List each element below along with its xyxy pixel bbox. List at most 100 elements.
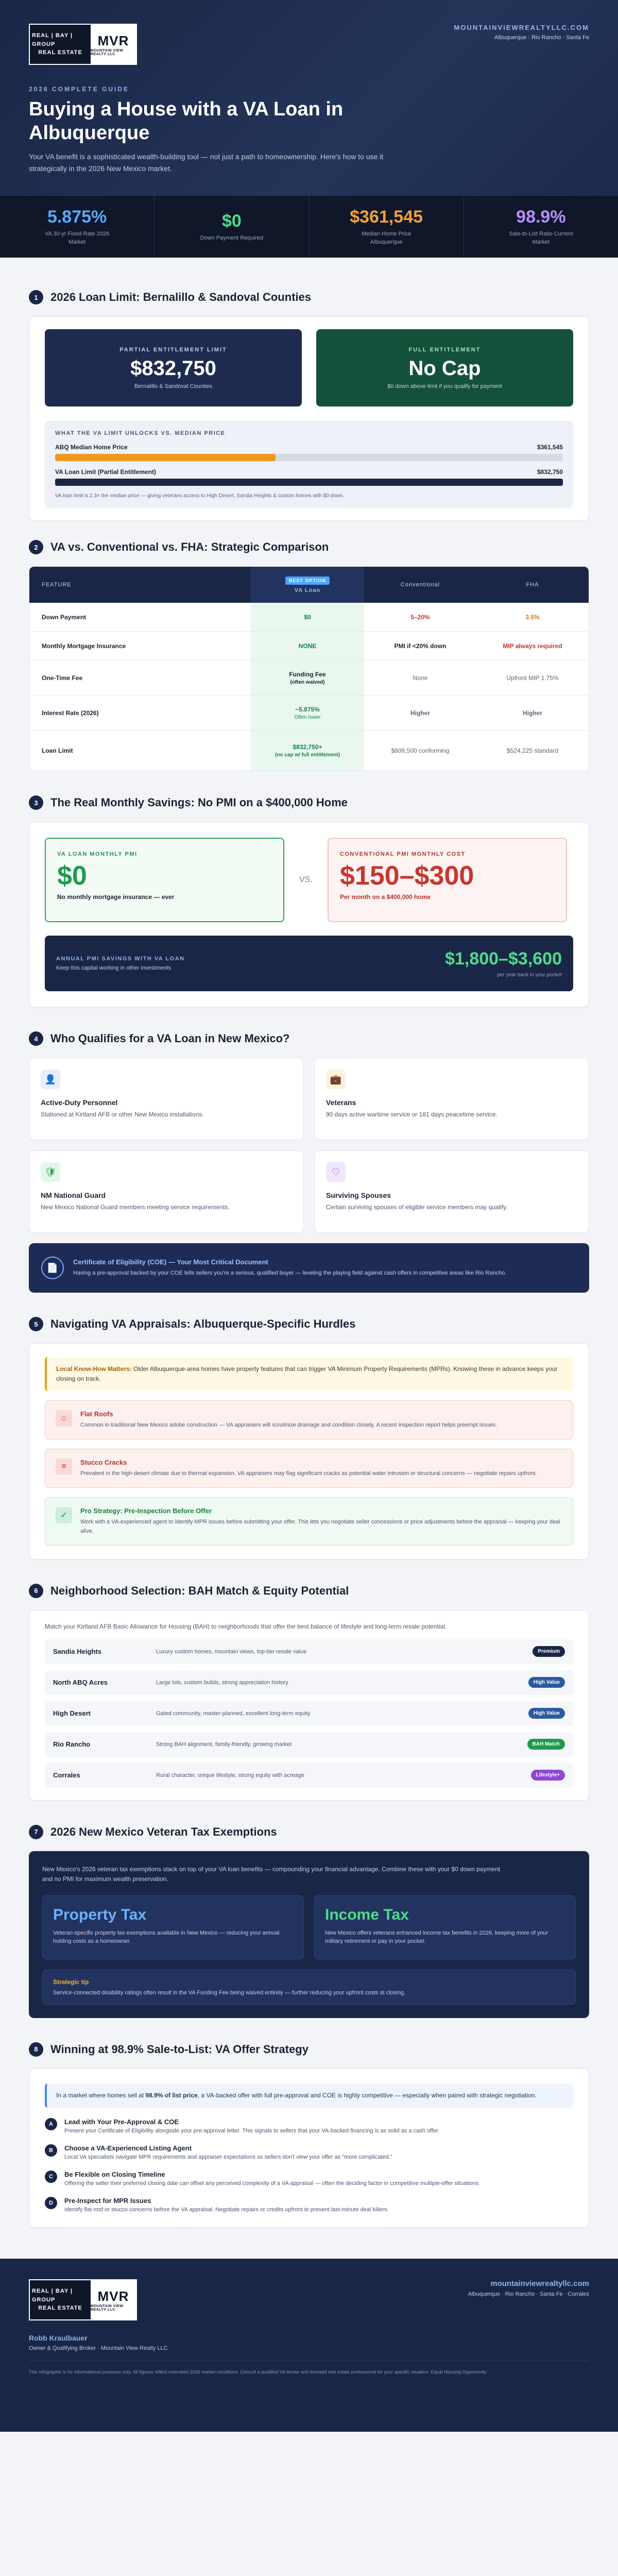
table-row: Interest Rate (2026) ~5.875% Often lower… (29, 696, 589, 731)
legal-disclaimer: This infographic is for informational pu… (29, 2361, 589, 2376)
hurdle-stucco-cracks: ≡ Stucco Cracks Prevalent in the high-de… (45, 1449, 573, 1488)
stat-median-price: $361,545 Median Home Price Albuquerque (310, 196, 464, 258)
brand-logo[interactable]: REAL | BAY | GROUP REAL ESTATE MVR MOUNT… (29, 24, 137, 65)
page: REAL | BAY | GROUP REAL ESTATE MVR MOUNT… (0, 0, 618, 2432)
strategy-step: C Be Flexible on Closing Timeline Offerin… (45, 2171, 573, 2187)
section-number: 2 (29, 540, 43, 554)
stat-value: 5.875% (47, 207, 107, 227)
service-areas: Albuquerque · Rio Rancho · Santa Fe (494, 35, 589, 41)
section-number: 8 (29, 2042, 43, 2057)
wall-icon: ≡ (56, 1459, 72, 1476)
stat-label: Median Home Price Albuquerque (361, 231, 411, 245)
eligibility-card-active-duty: 👤 Active-Duty Personnel Stationed at Kir… (29, 1058, 304, 1140)
conventional-pmi-card: CONVENTIONAL PMI MONTHLY COST $150–$300 … (328, 838, 567, 922)
document-icon: 📄 (41, 1257, 64, 1279)
full-entitlement-card: FULL ENTITLEMENT No Cap $0 down above li… (316, 329, 573, 406)
table-row: Monthly Mortgage Insurance NONE PMI if <… (29, 632, 589, 660)
section-number: 3 (29, 795, 43, 810)
local-tip-callout: Local Know-How Matters: Older Albuquerqu… (45, 1357, 573, 1392)
stat-rate: 5.875% VA 30-yr Fixed Rate 2026 Market (0, 196, 155, 258)
partial-entitlement-card: PARTIAL ENTITLEMENT LIMIT $832,750 Berna… (45, 329, 302, 406)
section-number: 4 (29, 1031, 43, 1046)
loan-limit-fill (55, 479, 563, 486)
versus-label: VS. (299, 875, 313, 884)
footer: REAL | BAY | GROUP REAL ESTATE MVR MOUNT… (0, 2259, 618, 2432)
median-price-bar: ABQ Median Home Price $361,545 (55, 444, 563, 461)
neighborhood-tag: Lifestyle+ (530, 1770, 565, 1781)
table-row: One-Time Fee Funding Fee (often waived) … (29, 660, 589, 696)
stat-label: Down Payment Required (200, 234, 264, 241)
heart-icon: ♡ (326, 1162, 346, 1182)
income-tax-card: Income Tax New Mexico offers veterans en… (314, 1895, 576, 1959)
footer-logo[interactable]: REAL | BAY | GROUP REAL ESTATE MVR MOUNT… (29, 2279, 137, 2321)
section-tax-exemptions: 7 2026 New Mexico Veteran Tax Exemptions… (0, 1813, 618, 2018)
stat-value: $0 (221, 211, 242, 231)
eligibility-card-surviving-spouses: ♡ Surviving Spouses Certain surviving sp… (314, 1150, 589, 1233)
stat-value: 98.9% (516, 207, 566, 227)
step-badge: B (45, 2144, 57, 2157)
best-option-badge: BEST OPTION (285, 576, 330, 585)
briefcase-icon: 💼 (326, 1070, 346, 1089)
site-link[interactable]: MOUNTAINVIEWREALTYLLC.COM (454, 24, 589, 31)
section-title: Who Qualifies for a VA Loan in New Mexic… (50, 1032, 290, 1045)
section-number: 1 (29, 290, 43, 304)
section-appraisals: 5 Navigating VA Appraisals: Albuquerque-… (0, 1305, 618, 1560)
strategy-step: B Choose a VA-Experienced Listing Agent L… (45, 2144, 573, 2160)
stat-down-payment: $0 Down Payment Required (154, 196, 310, 258)
eligibility-card-veterans: 💼 Veterans 90 days active wartime servic… (314, 1058, 589, 1140)
stat-sale-to-list: 98.9% Sale-to-List Ratio Current Market (464, 196, 618, 258)
strategy-step: A Lead with Your Pre-Approval & COE Prese… (45, 2118, 573, 2134)
neighborhood-row[interactable]: Rio Rancho Strong BAH alignment, family-… (45, 1732, 573, 1757)
section-number: 5 (29, 1317, 43, 1331)
section-eligibility: 4 Who Qualifies for a VA Loan in New Mex… (0, 1020, 618, 1293)
annual-savings-banner: ANNUAL PMI SAVINGS WITH VA LOAN Keep thi… (45, 936, 573, 991)
table-header: FEATURE BEST OPTION VA Loan Conventional… (29, 567, 589, 603)
va-pmi-card: VA LOAN MONTHLY PMI $0 No monthly mortga… (45, 838, 284, 922)
neighborhood-tag: High Value (528, 1677, 565, 1688)
hurdle-flat-roofs: ⌂ Flat Roofs Common in traditional New M… (45, 1400, 573, 1440)
step-badge: D (45, 2197, 57, 2210)
section-neighborhoods: 6 Neighborhood Selection: BAH Match & Eq… (0, 1572, 618, 1801)
section-loan-limit: 1 2026 Loan Limit: Bernalillo & Sandoval… (0, 278, 618, 521)
hero-subtitle: Your VA benefit is a sophisticated wealt… (29, 152, 384, 173)
median-price-fill (55, 454, 276, 461)
stat-value: $361,545 (350, 207, 423, 227)
step-badge: A (45, 2118, 57, 2131)
loan-limit-bar: VA Loan Limit (Partial Entitlement) $832… (55, 468, 563, 486)
neighborhood-row[interactable]: North ABQ Acres Large lots, custom build… (45, 1670, 573, 1695)
section-title: The Real Monthly Savings: No PMI on a $4… (50, 796, 348, 809)
section-offer-strategy: 8 Winning at 98.9% Sale-to-List: VA Offe… (0, 2030, 618, 2228)
agent-name: Robb Kraulbauer (29, 2334, 88, 2343)
offer-intro-callout: In a market where homes sell at 98.9% of… (45, 2083, 573, 2108)
neighborhood-row[interactable]: High Desert Gated community, master-plan… (45, 1701, 573, 1726)
section-number: 7 (29, 1824, 43, 1839)
section-number: 6 (29, 1583, 43, 1598)
neighborhood-row[interactable]: Corrales Rural character, unique lifesty… (45, 1762, 573, 1788)
strategic-tip: Strategic tip Service-connected disabili… (42, 1969, 576, 2005)
neighborhood-tag: BAH Match (527, 1739, 565, 1750)
stat-label: VA 30-yr Fixed Rate 2026 Market (45, 231, 110, 245)
table-row: Down Payment $0 5–20% 3.5% (29, 603, 589, 632)
person-icon: 👤 (41, 1070, 60, 1089)
hero-eyebrow: 2026 COMPLETE GUIDE (29, 86, 130, 93)
comparison-table: FEATURE BEST OPTION VA Loan Conventional… (29, 566, 589, 771)
neighborhood-row[interactable]: Sandia Heights Luxury custom homes, moun… (45, 1639, 573, 1664)
limit-comparison: WHAT THE VA LIMIT UNLOCKS VS. MEDIAN PRI… (45, 421, 573, 508)
neighborhood-tag: High Value (528, 1708, 565, 1719)
coe-banner: 📄 Certificate of Eligibility (COE) — You… (29, 1243, 589, 1293)
hero: REAL | BAY | GROUP REAL ESTATE MVR MOUNT… (0, 0, 618, 196)
stat-label: Sale-to-List Ratio Current Market (509, 231, 573, 245)
section-title: Navigating VA Appraisals: Albuquerque-Sp… (50, 1317, 356, 1330)
tax-exemptions-panel: New Mexico's 2026 veteran tax exemptions… (29, 1851, 589, 2018)
eligibility-card-national-guard: 🛡 NM National Guard New Mexico National … (29, 1150, 304, 1233)
section-title: 2026 Loan Limit: Bernalillo & Sandoval C… (50, 291, 312, 303)
section-comparison: 2 VA vs. Conventional vs. FHA: Strategic… (0, 528, 618, 771)
neighborhood-tag: Premium (533, 1646, 565, 1657)
footer-site-link[interactable]: mountainviewrealtyllc.com (468, 2279, 589, 2288)
page-title: Buying a House with a VA Loan in Albuque… (29, 98, 344, 144)
stats-bar: 5.875% VA 30-yr Fixed Rate 2026 Market $… (0, 196, 618, 258)
section-title: 2026 New Mexico Veteran Tax Exemptions (50, 1825, 277, 1838)
shield-icon: 🛡 (41, 1162, 60, 1182)
agent-title: Owner & Qualifying Broker · Mountain Vie… (29, 2345, 168, 2352)
section-title: Neighborhood Selection: BAH Match & Equi… (50, 1584, 349, 1597)
